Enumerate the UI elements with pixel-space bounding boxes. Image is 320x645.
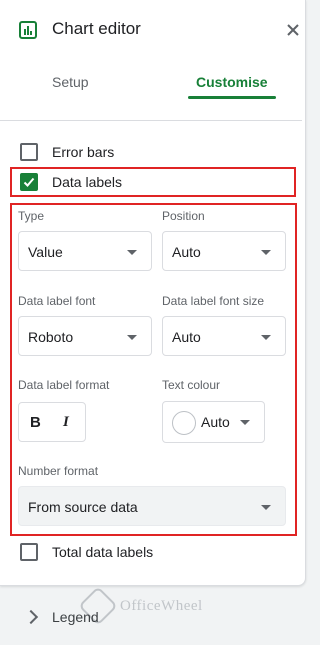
chevron-down-icon <box>127 250 137 255</box>
chart-editor-panel: Chart editor Setup Customise Error bars … <box>0 0 306 586</box>
font-size-dropdown[interactable]: Auto <box>162 316 286 356</box>
error-bars-label: Error bars <box>52 144 115 160</box>
italic-button[interactable]: I <box>63 414 69 431</box>
font-dropdown[interactable]: Roboto <box>18 316 152 356</box>
position-label: Position <box>162 209 205 223</box>
watermark-text: OfficeWheel <box>120 597 203 614</box>
tab-customise[interactable]: Customise <box>196 74 268 90</box>
font-value: Roboto <box>28 329 74 345</box>
chart-icon <box>19 21 37 39</box>
format-button-group: B I <box>18 402 86 442</box>
chart-editor-header: Chart editor <box>0 0 305 62</box>
watermark: OfficeWheel <box>78 586 203 626</box>
type-value: Value <box>28 244 63 260</box>
position-value: Auto <box>172 244 201 260</box>
data-labels-option[interactable]: Data labels <box>20 172 122 192</box>
active-tab-indicator <box>188 96 276 99</box>
data-labels-checkbox[interactable] <box>20 173 38 191</box>
text-colour-dropdown[interactable]: Auto <box>162 401 265 443</box>
position-dropdown[interactable]: Auto <box>162 231 286 271</box>
checkmark-icon <box>23 177 35 187</box>
font-label: Data label font <box>18 294 96 308</box>
panel-title: Chart editor <box>52 19 141 38</box>
number-format-dropdown[interactable]: From source data <box>18 486 286 526</box>
format-label: Data label format <box>18 378 110 392</box>
text-colour-label: Text colour <box>162 378 221 392</box>
total-data-labels-option[interactable]: Total data labels <box>20 542 153 562</box>
data-labels-label: Data labels <box>52 174 123 190</box>
number-format-label: Number format <box>18 464 99 478</box>
total-data-labels-checkbox[interactable] <box>20 543 38 561</box>
text-colour-value: Auto <box>201 414 230 430</box>
chevron-down-icon <box>127 335 137 340</box>
type-label: Type <box>18 209 45 223</box>
font-size-label: Data label font size <box>162 294 265 308</box>
tab-setup[interactable]: Setup <box>52 74 89 90</box>
error-bars-checkbox[interactable] <box>20 143 38 161</box>
number-format-value: From source data <box>28 499 138 515</box>
chevron-right-icon <box>23 609 39 625</box>
bold-button[interactable]: B <box>30 414 41 431</box>
chevron-down-icon <box>261 250 271 255</box>
tabs-divider <box>0 120 302 121</box>
font-size-value: Auto <box>172 329 201 345</box>
colour-swatch <box>172 411 196 435</box>
legend-section[interactable]: Legend <box>23 606 99 628</box>
chevron-down-icon <box>261 505 271 510</box>
chevron-down-icon <box>261 335 271 340</box>
total-data-labels-label: Total data labels <box>52 544 154 560</box>
close-icon[interactable] <box>285 22 301 38</box>
error-bars-option[interactable]: Error bars <box>20 142 114 162</box>
legend-label: Legend <box>52 609 99 625</box>
chevron-down-icon <box>240 420 250 425</box>
type-dropdown[interactable]: Value <box>18 231 152 271</box>
